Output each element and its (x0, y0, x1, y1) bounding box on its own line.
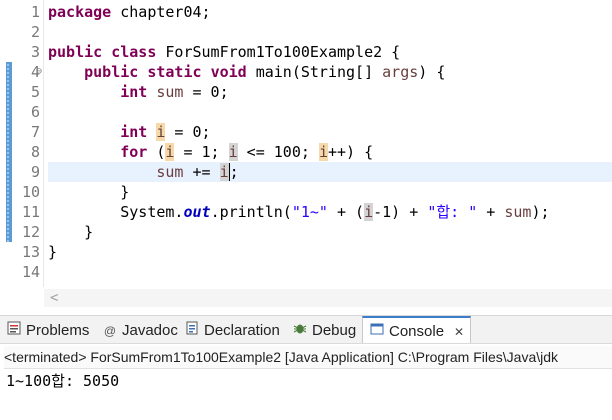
code-line-13: } (48, 242, 612, 262)
code-lines[interactable]: package chapter04; public class ForSumFr… (48, 2, 612, 282)
keyword: public (84, 63, 139, 81)
code-line-7: int i = 0; (48, 122, 612, 142)
tab-label: Console (389, 323, 445, 340)
variable-occurrence: i (219, 163, 229, 181)
code-text: + ( (327, 203, 365, 221)
line-number: 5 (30, 83, 40, 101)
code-line-3: public class ForSumFrom1To100Example2 { (48, 42, 612, 62)
line-number: 13 (21, 243, 40, 261)
code-line-9-current: sum += i; (48, 162, 612, 182)
code-text: ++) { (327, 143, 374, 161)
line-number: 8 (30, 143, 40, 161)
keyword: int (120, 83, 148, 101)
code-line-11: System.out.println("1~" + (i-1) + "합: " … (48, 202, 612, 222)
keyword: void (210, 63, 247, 81)
problems-icon (6, 316, 22, 345)
scroll-left-icon[interactable]: < (50, 289, 58, 307)
console-view[interactable]: <terminated> ForSumFrom1To100Example2 [J… (0, 343, 612, 420)
line-number: 6 (30, 103, 40, 121)
code-line-8: for (i = 1; i <= 100; i++) { (48, 142, 612, 162)
line-number: 9 (30, 163, 40, 181)
static-field: out (183, 203, 211, 221)
keyword: public (48, 43, 103, 61)
code-text: } (120, 183, 130, 201)
code-text: <= 100; (237, 143, 319, 161)
code-editor[interactable]: 1 2 3 4 5 6 7 8 9 10 11 12 13 14 ⊖ packa… (0, 0, 612, 287)
line-numbers: 1 2 3 4 5 6 7 8 9 10 11 12 13 14 (14, 2, 40, 282)
at-sign-icon: @ (103, 324, 117, 338)
code-text: .println( (210, 203, 292, 221)
variable: sum (156, 83, 184, 101)
code-text: = 0; (165, 123, 211, 141)
line-number: 11 (21, 203, 40, 221)
string-literal: "합: " (427, 203, 478, 221)
line-number: 3 (30, 43, 40, 61)
string-literal: "1~" (291, 203, 328, 221)
keyword: static (147, 63, 202, 81)
code-line-1: package chapter04; (48, 2, 612, 22)
change-ruler (6, 62, 12, 242)
line-number: 12 (21, 223, 40, 241)
console-output: 1~100합: 5050 (6, 372, 120, 390)
tab-debug[interactable]: Debug (292, 316, 356, 343)
tab-label: Problems (26, 322, 90, 339)
fold-collapse-icon[interactable]: ⊖ (36, 66, 42, 77)
horizontal-scrollbar[interactable]: < (44, 289, 612, 307)
code-line-5: int sum = 0; (48, 82, 612, 102)
tab-console[interactable]: Console ✕ (362, 316, 472, 345)
code-line-12: } (48, 222, 612, 242)
variable-occurrence: i (318, 143, 328, 161)
code-text: ( (147, 143, 166, 161)
keyword: package (48, 3, 112, 21)
line-number: 2 (30, 23, 40, 41)
declaration-icon (184, 316, 200, 345)
code-text: System. (120, 203, 184, 221)
code-text: ForSumFrom1To100Example2 { (156, 43, 401, 61)
code-text: -1) + (373, 203, 428, 221)
variable: sum (504, 203, 532, 221)
code-line-10: } (48, 182, 612, 202)
code-line-4: public static void main(String[] args) { (48, 62, 612, 82)
keyword: int (120, 123, 148, 141)
close-icon[interactable]: ✕ (454, 325, 464, 339)
view-tab-bar: Problems @ Javadoc Declaration Debug Cons… (0, 315, 612, 343)
variable-occurrence: i (228, 143, 238, 161)
code-text: = 1; (174, 143, 229, 161)
code-text: main(String[] (246, 63, 383, 81)
code-text: = 0; (183, 83, 229, 101)
parameter: args (382, 63, 419, 81)
tab-javadoc[interactable]: @ Javadoc (102, 316, 178, 343)
gutter-separator (43, 0, 44, 287)
bug-icon (292, 316, 308, 345)
line-number: 10 (21, 183, 40, 201)
line-number: 14 (21, 263, 40, 281)
code-text: chapter04; (111, 3, 211, 21)
variable-occurrence: i (364, 203, 374, 221)
keyword: class (111, 43, 157, 61)
tab-label: Javadoc (122, 322, 178, 339)
tab-label: Declaration (204, 322, 280, 339)
variable: sum (156, 163, 184, 181)
tab-label: Debug (312, 322, 357, 339)
code-text: } (48, 243, 58, 261)
console-process-label: <terminated> ForSumFrom1To100Example2 [J… (4, 346, 612, 369)
console-icon (369, 318, 385, 345)
code-text: } (84, 223, 94, 241)
code-text: ) { (418, 63, 446, 81)
line-number: 1 (30, 3, 40, 21)
code-text: ); (531, 203, 550, 221)
code-text: += (183, 163, 220, 181)
keyword: for (120, 143, 148, 161)
code-text: + (477, 203, 505, 221)
line-number: 7 (30, 123, 40, 141)
tab-problems[interactable]: Problems (6, 316, 89, 343)
tab-declaration[interactable]: Declaration (184, 316, 280, 343)
text-caret: ; (228, 163, 239, 181)
